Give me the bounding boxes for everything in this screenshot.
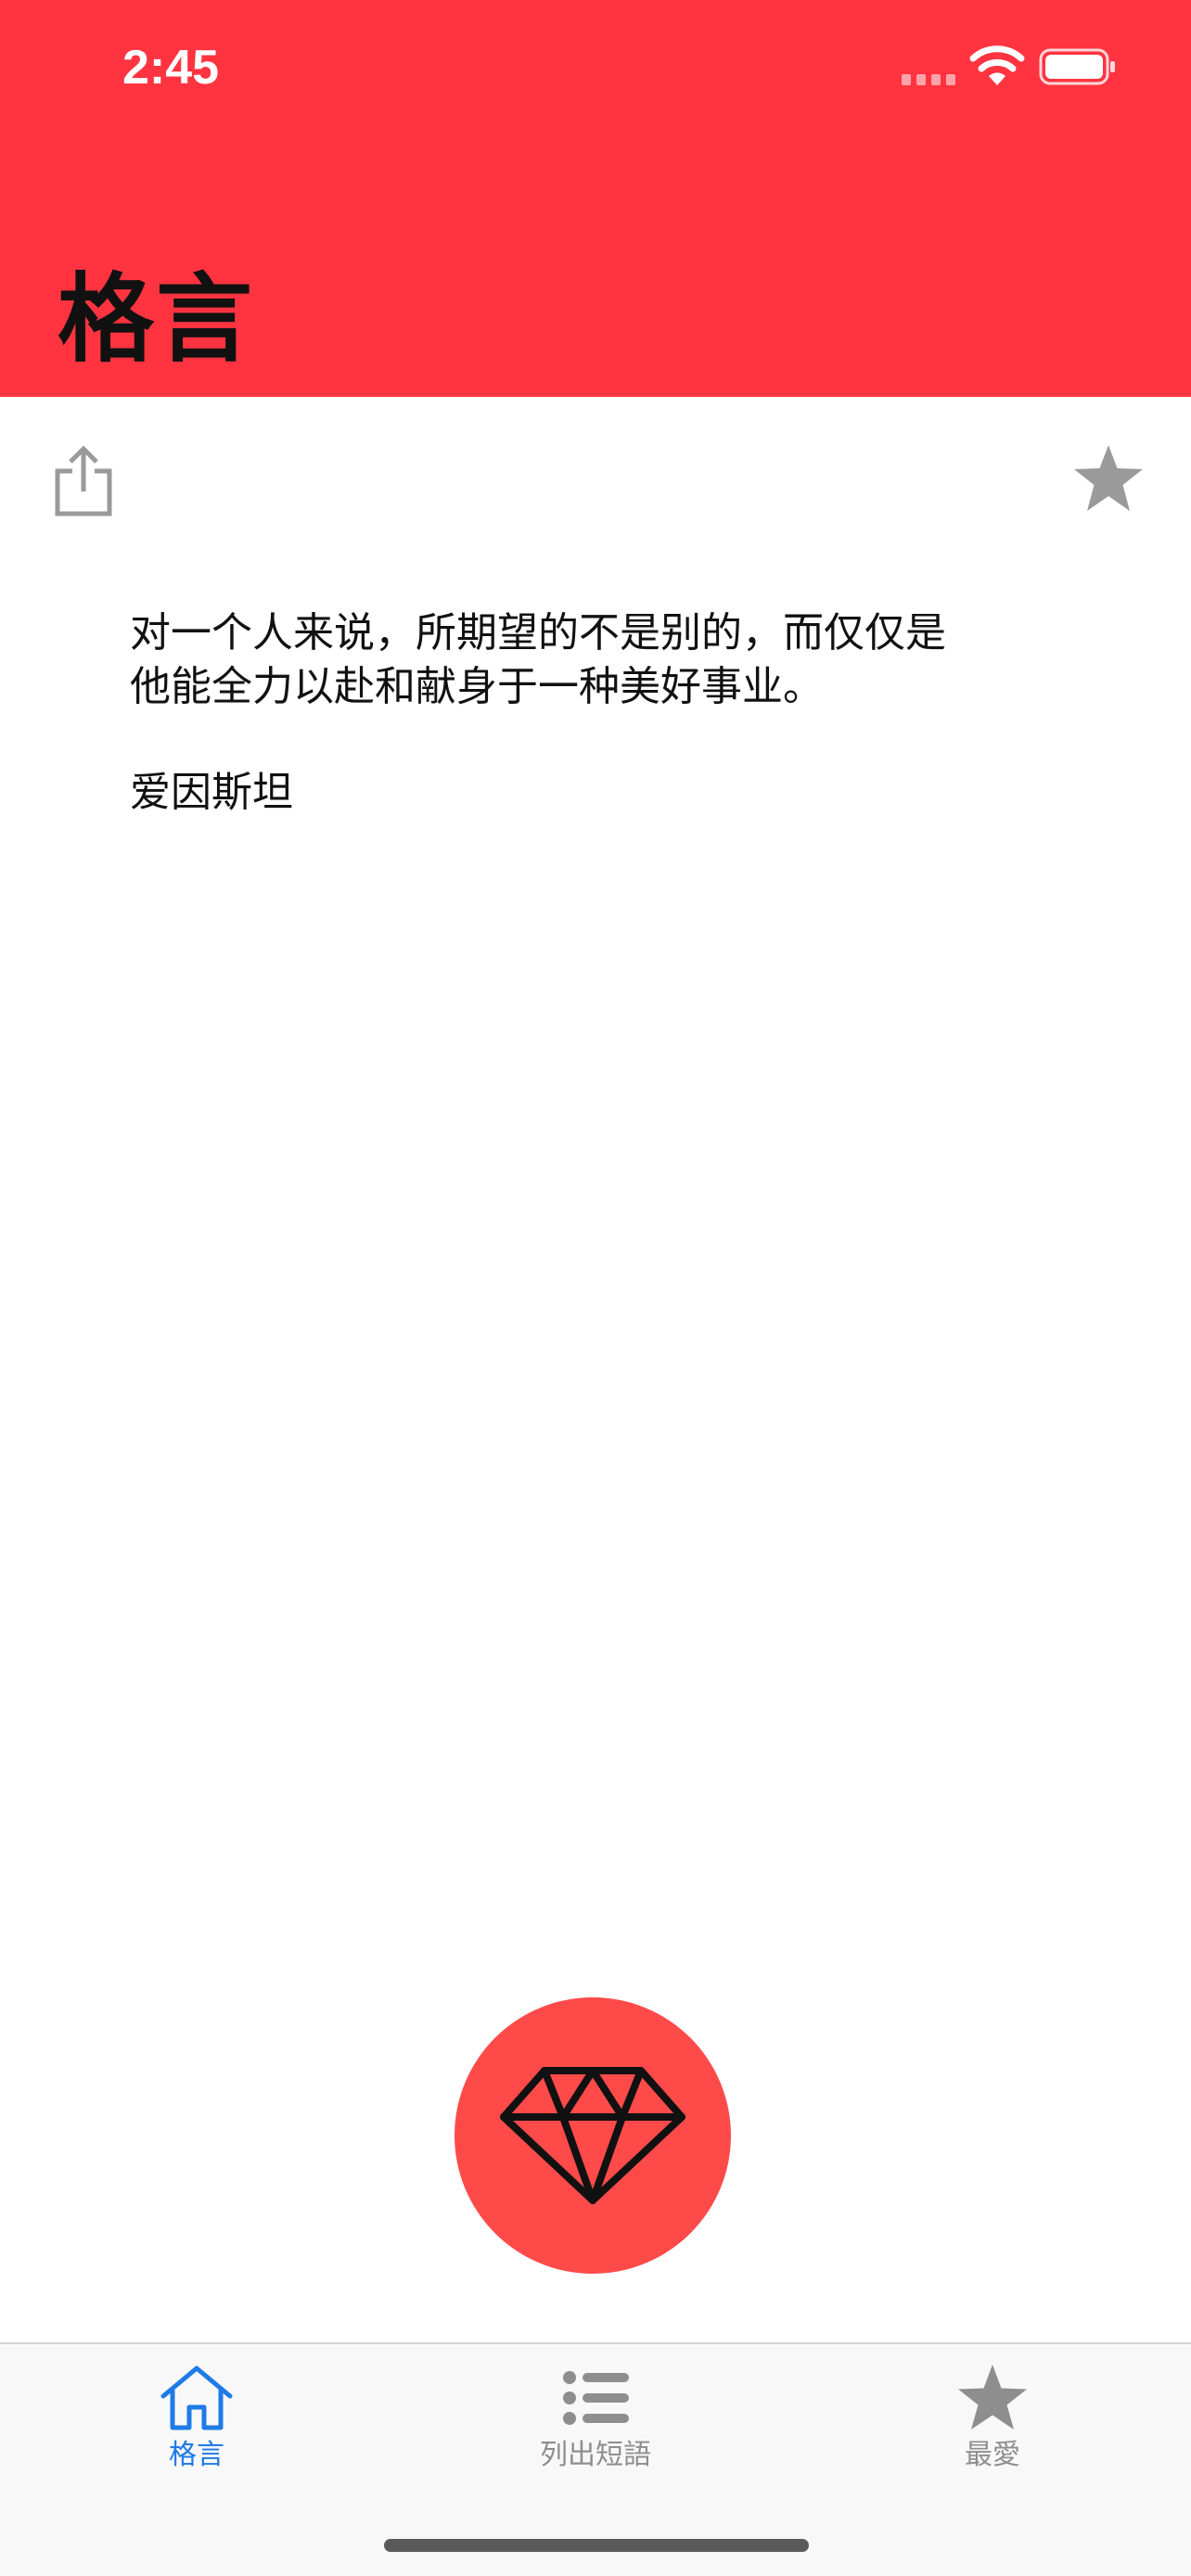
tab-label: 列出短語 xyxy=(540,2439,651,2471)
status-time: 2:45 xyxy=(122,41,220,95)
quote-author: 爱因斯坦 xyxy=(130,769,293,816)
list-icon xyxy=(563,2371,629,2425)
star-icon xyxy=(958,2365,1027,2429)
wifi-icon xyxy=(969,45,1025,85)
favorite-star-icon[interactable] xyxy=(1072,443,1145,514)
home-icon xyxy=(160,2366,233,2430)
app-screen: 2:45 格言 对一个人来说，所期望的不是别的，而仅仅是 他能全力以赴和献身于一… xyxy=(0,0,1191,2576)
tab-favorites[interactable]: 最愛 xyxy=(853,2363,1132,2483)
quote-text: 对一个人来说，所期望的不是别的，而仅仅是 他能全力以赴和献身于一种美好事业。 xyxy=(130,606,1057,714)
tab-quotes[interactable]: 格言 xyxy=(58,2363,336,2483)
battery-icon xyxy=(1039,48,1115,85)
tab-label: 最愛 xyxy=(965,2439,1020,2471)
share-icon[interactable] xyxy=(52,443,115,517)
quote-line: 他能全力以赴和献身于一种美好事业。 xyxy=(130,663,824,710)
header-bar: 2:45 格言 xyxy=(0,0,1191,397)
random-quote-button[interactable] xyxy=(455,1997,731,2274)
home-indicator[interactable] xyxy=(384,2539,809,2552)
tab-list-phrases[interactable]: 列出短語 xyxy=(456,2363,735,2483)
quote-line: 对一个人来说，所期望的不是别的，而仅仅是 xyxy=(130,609,946,657)
page-title: 格言 xyxy=(58,262,255,376)
diamond-icon xyxy=(500,2067,685,2204)
cellular-signal-icon xyxy=(902,74,955,85)
tab-label: 格言 xyxy=(169,2439,224,2471)
